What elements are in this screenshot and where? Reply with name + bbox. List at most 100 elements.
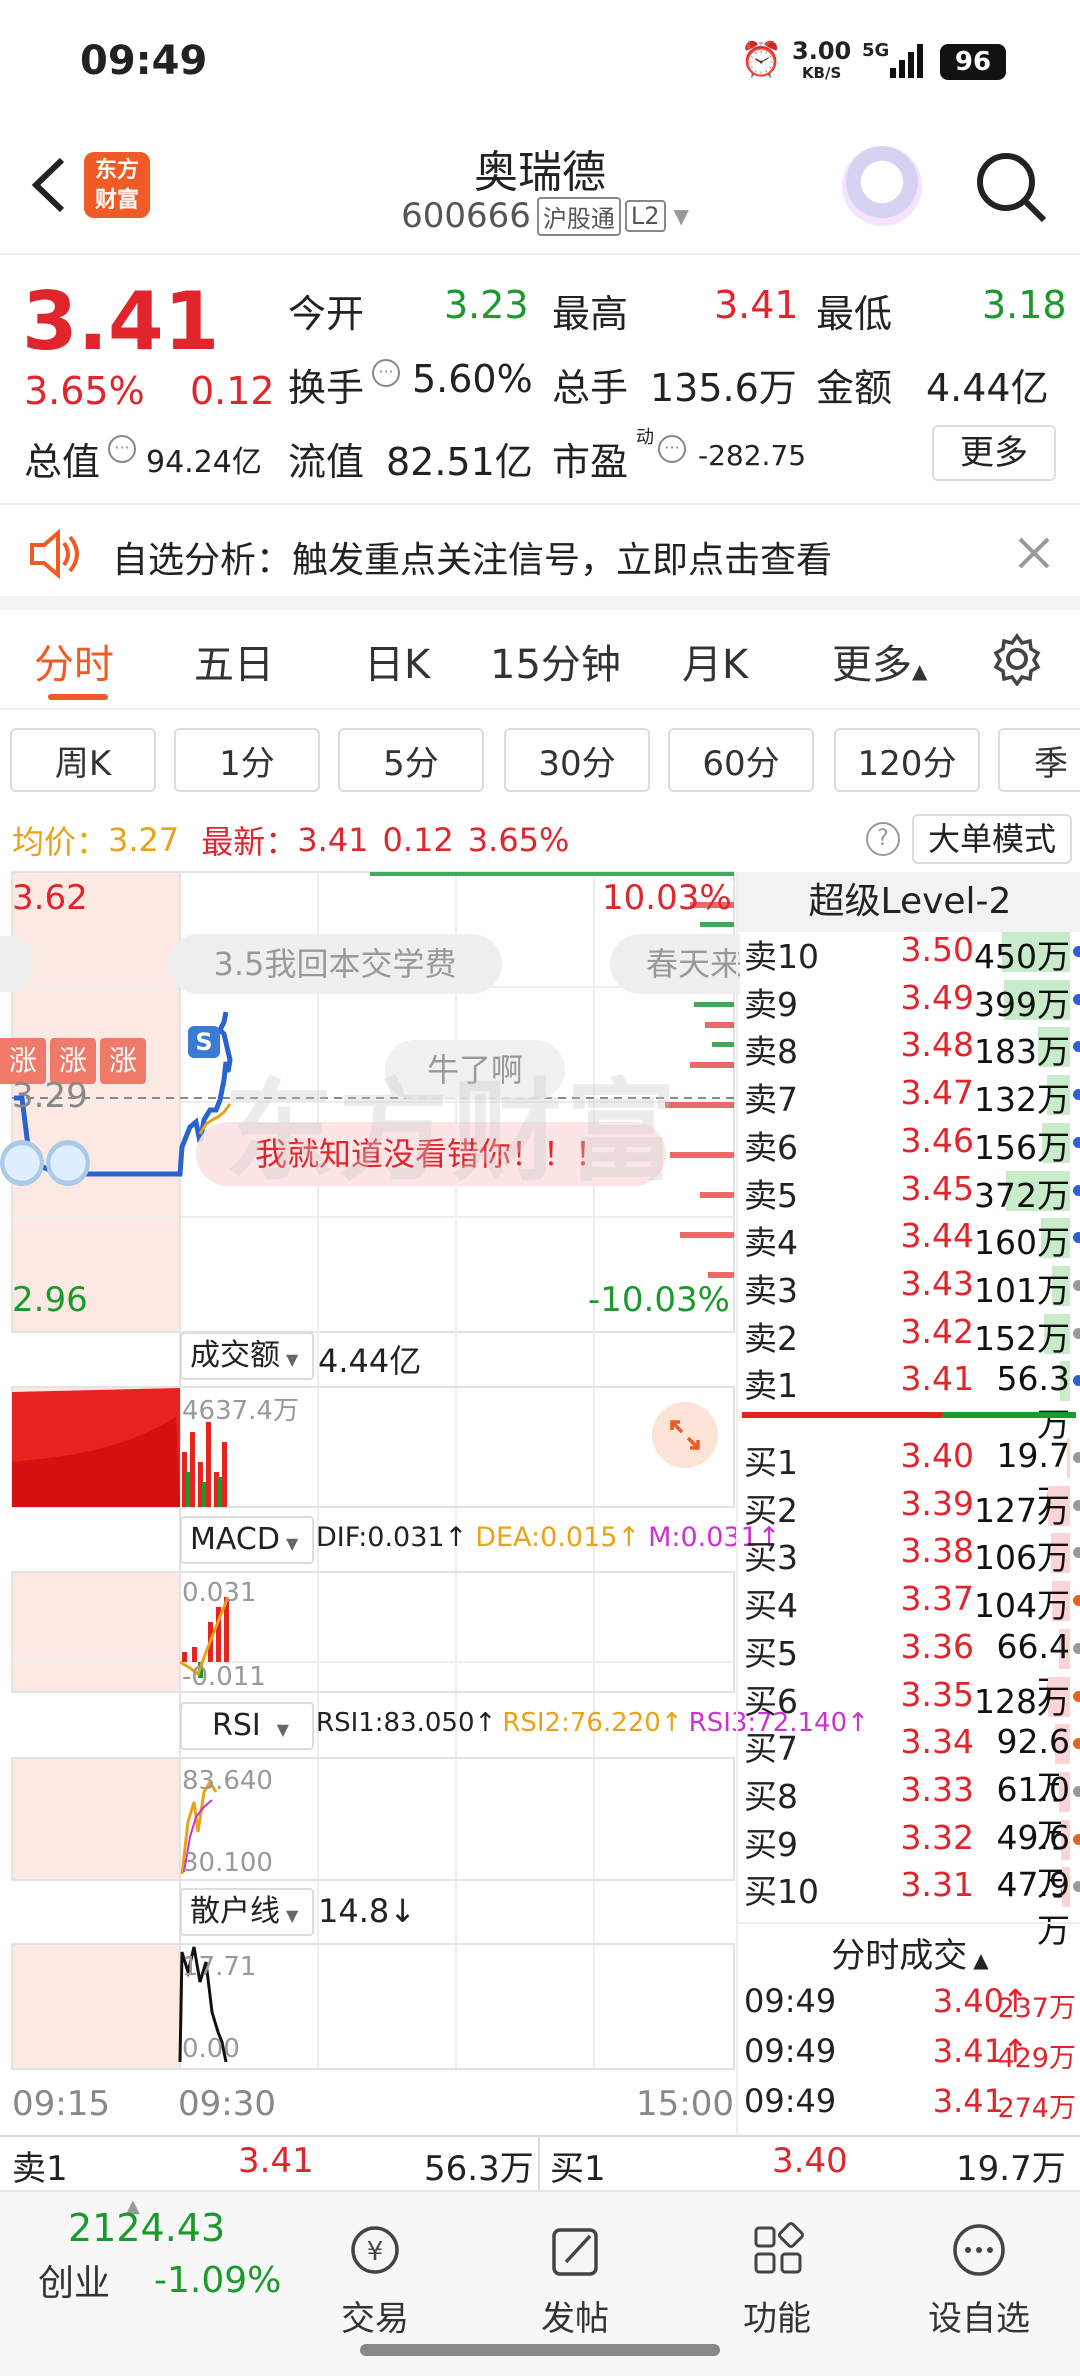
- time-trades-header[interactable]: 分时成交 ▲: [738, 1928, 1080, 1977]
- level2-panel[interactable]: 超级Level-2 卖10 3.50 450万 卖9 3.49 399万 卖8 3.48 183…: [736, 872, 1080, 2137]
- stock-name: 奥瑞德: [474, 147, 606, 198]
- app-logo: 东方 财富: [84, 152, 150, 218]
- subtab-30min[interactable]: 30分: [504, 728, 650, 792]
- amount-value: 4.44亿: [926, 366, 1049, 410]
- bid-row[interactable]: 买4 3.37 104万: [744, 1575, 1080, 1625]
- tab-daily-k[interactable]: 日K: [364, 632, 430, 690]
- bid-row[interactable]: 买9 3.32 49.6万: [744, 1814, 1080, 1903]
- danmaku-bubble[interactable]: 3.5我回本交学费: [168, 934, 502, 994]
- settings-button[interactable]: [990, 632, 1044, 690]
- notice-banner[interactable]: 自选分析：触发重点关注信号，立即点击查看: [0, 505, 1080, 610]
- chevron-left-icon: [31, 157, 65, 213]
- bid-row[interactable]: 买3 3.38 106万: [744, 1527, 1080, 1577]
- tab-five-day[interactable]: 五日: [194, 632, 274, 690]
- robot-assistant-avatar[interactable]: [842, 146, 922, 226]
- low-label: 最低: [816, 292, 893, 336]
- ask-row[interactable]: 卖7 3.47 132万: [744, 1069, 1080, 1119]
- nav-post[interactable]: 发帖: [510, 2222, 640, 2340]
- sell-marker[interactable]: S: [188, 1026, 220, 1058]
- best-bid-volume: 19.7万: [956, 2149, 1066, 2189]
- ask-row[interactable]: 卖4 3.44 160万: [744, 1212, 1080, 1262]
- mktcap-value: 94.24亿: [146, 445, 262, 480]
- level-price: 3.33: [900, 1769, 974, 1809]
- info-icon[interactable]: ···: [658, 435, 686, 463]
- pe-label: 市盈: [552, 440, 629, 484]
- intraday-chart[interactable]: 3.5我回本交学费 春天来 牛了啊 我就知道没看错你！！！ 东方财富 涨 涨 涨…: [0, 862, 869, 2137]
- network-type: 5G: [862, 40, 890, 61]
- subtab-120min[interactable]: 120分: [834, 728, 980, 792]
- bid-row[interactable]: 买2 3.39 127万: [744, 1480, 1080, 1530]
- tab-15min[interactable]: 15分钟: [490, 632, 621, 690]
- tab-intraday[interactable]: 分时: [34, 632, 114, 690]
- tab-more[interactable]: 更多▲: [832, 632, 927, 690]
- best-quote-strip: 卖1 3.41 56.3万 买1 3.40 19.7万: [0, 2135, 1080, 2192]
- index-ticker[interactable]: 2124.43 创业 -1.09%: [20, 2206, 300, 2306]
- nav-functions[interactable]: 功能: [712, 2222, 842, 2340]
- trade-time: 09:49: [744, 2032, 837, 2070]
- rsi-axis-top: 83.640: [182, 1766, 273, 1796]
- retail-indicator-select[interactable]: 散户线 ▼: [180, 1888, 314, 1936]
- trade-row: 09:49 3.40 ↑ 237万: [744, 1982, 1080, 2030]
- stock-code-row[interactable]: 600666 沪股通 L2 ▼: [380, 196, 710, 236]
- expand-button[interactable]: [652, 1402, 718, 1468]
- home-indicator: [360, 2344, 720, 2356]
- level-price: 3.49: [900, 977, 974, 1017]
- bid-row[interactable]: 买13.4019.7万: [744, 1432, 1080, 1521]
- close-button[interactable]: [1016, 535, 1052, 575]
- subtab-5min[interactable]: 5分: [338, 728, 484, 792]
- best-ask-volume: 56.3万: [424, 2149, 534, 2189]
- trade-volume: 274万: [997, 2093, 1076, 2124]
- ask-row[interactable]: 卖6 3.46 156万: [744, 1117, 1080, 1167]
- info-icon[interactable]: ···: [108, 435, 136, 463]
- nav-add-watchlist[interactable]: 设自选: [914, 2222, 1044, 2340]
- order-dot: [1073, 1136, 1080, 1148]
- ask-row[interactable]: 卖10 3.50 450万: [744, 926, 1080, 976]
- retail-axis-bottom: 0.00: [182, 2034, 240, 2064]
- more-button[interactable]: 更多: [932, 425, 1056, 481]
- alarm-icon: ⏰: [740, 40, 783, 80]
- info-icon[interactable]: ···: [372, 359, 400, 387]
- float-cap-value: 82.51亿: [386, 440, 533, 484]
- bid-row[interactable]: 买8 3.33 61.0万: [744, 1766, 1080, 1855]
- subtab-quarterly[interactable]: 季: [998, 728, 1080, 792]
- latest-pct: 3.65%: [467, 821, 570, 859]
- level-volume: 372万: [974, 1175, 1070, 1215]
- nav-trade[interactable]: ¥ 交易: [310, 2222, 440, 2340]
- ask-row[interactable]: 卖8 3.48 183万: [744, 1021, 1080, 1071]
- ask-row[interactable]: 卖5 3.45 372万: [744, 1165, 1080, 1215]
- level-volume: 450万: [974, 937, 1070, 976]
- danmaku-bubble[interactable]: 春天来: [610, 934, 740, 994]
- rsi-indicator-select[interactable]: RSI ▼: [180, 1702, 314, 1750]
- level-label: 买2: [744, 1490, 798, 1530]
- level-price: 3.35: [900, 1674, 974, 1714]
- volume-value: 135.6万: [650, 366, 797, 410]
- back-button[interactable]: [20, 150, 80, 220]
- ask-row[interactable]: 卖3 3.43 101万: [744, 1260, 1080, 1310]
- dropdown-icon: ▼: [285, 1534, 299, 1553]
- high-label: 最高: [552, 292, 629, 336]
- subtab-1min[interactable]: 1分: [174, 728, 320, 792]
- mktcap-label: 总值: [24, 440, 101, 484]
- amount-indicator-select[interactable]: 成交额 ▼: [180, 1332, 314, 1380]
- ask-row[interactable]: 卖2 3.42 152万: [744, 1308, 1080, 1358]
- tab-monthly-k[interactable]: 月K: [682, 632, 748, 690]
- bid-row[interactable]: 买10 3.31 47.9万: [744, 1861, 1080, 1950]
- subtab-60min[interactable]: 60分: [668, 728, 814, 792]
- help-icon[interactable]: ?: [866, 822, 900, 856]
- time-axis-end: 15:00: [636, 2084, 734, 2124]
- bid-row[interactable]: 买53.3666.4万: [744, 1623, 1080, 1712]
- level-label: 买7: [744, 1729, 798, 1769]
- subtab-weekly-k[interactable]: 周K: [10, 728, 156, 792]
- ask-row[interactable]: 卖9 3.49 399万: [744, 974, 1080, 1024]
- time-axis-start: 09:15: [12, 2084, 110, 2124]
- ask-row[interactable]: 卖1 3.41 56.3万: [744, 1355, 1080, 1444]
- y-axis-top: 3.62: [12, 878, 88, 918]
- bid-row[interactable]: 买7 3.34 92.6万: [744, 1718, 1080, 1807]
- search-button[interactable]: [974, 150, 1050, 230]
- amount-indicator-value: 4.44亿: [318, 1342, 422, 1380]
- trade-time: 09:49: [744, 1982, 837, 2020]
- big-order-mode-button[interactable]: 大单模式: [912, 814, 1072, 864]
- macd-indicator-select[interactable]: MACD ▼: [180, 1516, 314, 1564]
- bid-row[interactable]: 买6 3.35 128万: [744, 1671, 1080, 1721]
- trade-icon: ¥: [351, 2226, 399, 2274]
